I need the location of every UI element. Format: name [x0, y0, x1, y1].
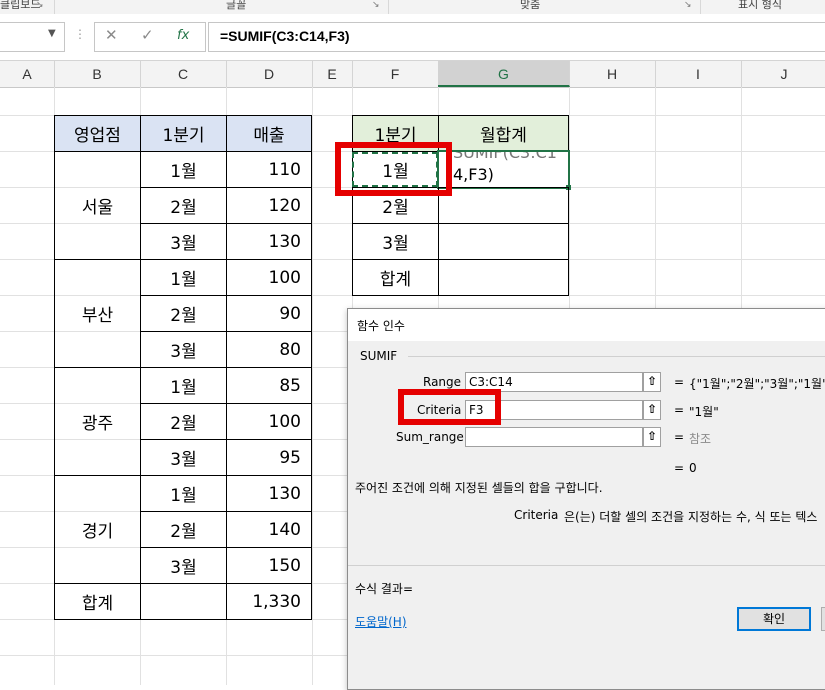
- highlight-box-f3: [335, 142, 452, 196]
- collapse-range-icon[interactable]: ⇧: [643, 372, 661, 392]
- function-arguments-dialog: 함수 인수 SUMIF Range C3:C14 ⇧ = {"1월";"2월";…: [347, 308, 825, 690]
- enter-icon[interactable]: ✓: [141, 26, 154, 44]
- header-sales[interactable]: 매출: [226, 115, 312, 152]
- sales-cell[interactable]: 80: [226, 331, 312, 368]
- arg-help-name: Criteria: [514, 508, 559, 522]
- function-result: 0: [689, 461, 697, 475]
- region-gyeonggi[interactable]: 경기: [54, 475, 141, 584]
- sales-cell[interactable]: 150: [226, 547, 312, 584]
- equals-sign: =: [674, 430, 685, 444]
- help-link[interactable]: 도움말(H): [355, 613, 407, 630]
- clipboard-launcher-icon[interactable]: ↘: [36, 0, 44, 10]
- ok-button[interactable]: 확인: [737, 607, 811, 631]
- ribbon-group-number: 표시 형식: [738, 0, 782, 11]
- total-label-cell[interactable]: 합계: [54, 583, 141, 620]
- column-header-f[interactable]: F: [352, 61, 439, 87]
- formula-buttons: ✕ ✓ fx: [94, 22, 206, 52]
- total-label-cell-2[interactable]: 합계: [352, 259, 439, 296]
- month-criteria-cell[interactable]: 3월: [352, 223, 439, 260]
- header-branch[interactable]: 영업점: [54, 115, 141, 152]
- sales-cell[interactable]: 85: [226, 367, 312, 404]
- sales-cell[interactable]: 110: [226, 151, 312, 188]
- criteria-result: "1월": [689, 405, 719, 419]
- function-name: SUMIF: [360, 349, 398, 363]
- month-cell[interactable]: 2월: [140, 511, 227, 548]
- sum-range-result: 참조: [689, 432, 712, 446]
- sales-cell[interactable]: 95: [226, 439, 312, 476]
- sum-cell[interactable]: [438, 223, 569, 260]
- sum-cell[interactable]: [438, 259, 569, 296]
- total-empty-cell[interactable]: [140, 583, 227, 620]
- column-header-e[interactable]: E: [312, 61, 353, 87]
- cancel-button[interactable]: [821, 607, 825, 631]
- sales-cell[interactable]: 100: [226, 259, 312, 296]
- sum-cell[interactable]: [438, 187, 569, 224]
- region-seoul[interactable]: 서울: [54, 151, 141, 260]
- arg-label-sum-range: Sum_range: [396, 430, 464, 444]
- column-header-h[interactable]: H: [569, 61, 656, 87]
- sales-cell[interactable]: 120: [226, 187, 312, 224]
- cancel-icon[interactable]: ✕: [105, 26, 118, 44]
- insert-function-icon[interactable]: fx: [177, 28, 189, 43]
- sales-cell[interactable]: 130: [226, 475, 312, 512]
- region-busan[interactable]: 부산: [54, 259, 141, 368]
- month-cell[interactable]: 3월: [140, 223, 227, 260]
- column-header-g[interactable]: G: [438, 61, 570, 87]
- column-header-j[interactable]: J: [741, 61, 825, 87]
- arg-label-range: Range: [423, 375, 462, 389]
- equals-sign: =: [674, 375, 685, 389]
- month-cell[interactable]: 1월: [140, 367, 227, 404]
- ribbon-group-clipboard: 클립보드: [0, 0, 41, 11]
- month-cell[interactable]: 3월: [140, 547, 227, 584]
- range-result: {"1월";"2월";"3월";"1월";": [689, 377, 825, 391]
- collapse-sum-range-icon[interactable]: ⇧: [643, 427, 661, 447]
- column-header-i[interactable]: I: [655, 61, 742, 87]
- region-gwangju[interactable]: 광주: [54, 367, 141, 476]
- ribbon-group-labels: 클립보드 ↘ 글꼴 ↘ 맞춤 ↘ 표시 형식: [0, 0, 825, 15]
- equals-sign: =: [674, 461, 685, 475]
- month-cell[interactable]: 2월: [140, 187, 227, 224]
- ribbon-group-alignment: 맞춤: [520, 0, 541, 11]
- column-header-a[interactable]: A: [0, 61, 55, 87]
- alignment-launcher-icon[interactable]: ↘: [684, 0, 692, 10]
- column-header-d[interactable]: D: [226, 61, 313, 87]
- header-quarter[interactable]: 1분기: [140, 115, 227, 152]
- sum-range-input[interactable]: [465, 427, 643, 447]
- arg-help-text: 은(는) 더할 셀의 조건을 지정하는 수, 식 또는 텍스: [564, 510, 818, 524]
- selection-border: [437, 150, 570, 189]
- collapse-criteria-icon[interactable]: ⇧: [643, 400, 661, 420]
- month-cell[interactable]: 3월: [140, 439, 227, 476]
- function-description: 주어진 조건에 의해 지정된 셀들의 합을 구합니다.: [355, 481, 603, 495]
- month-cell[interactable]: 2월: [140, 403, 227, 440]
- column-header-row: A B C D E F G H I J: [0, 60, 825, 88]
- dialog-title-bar[interactable]: 함수 인수: [348, 309, 825, 341]
- ribbon-group-font: 글꼴: [226, 0, 247, 11]
- month-cell[interactable]: 1월: [140, 151, 227, 188]
- month-cell[interactable]: 2월: [140, 295, 227, 332]
- column-header-b[interactable]: B: [54, 61, 141, 87]
- sales-cell[interactable]: 100: [226, 403, 312, 440]
- font-launcher-icon[interactable]: ↘: [372, 0, 380, 10]
- column-header-c[interactable]: C: [140, 61, 227, 87]
- equals-sign: =: [674, 403, 685, 417]
- resize-handle-icon[interactable]: ⋮: [74, 27, 86, 41]
- chevron-down-icon[interactable]: ▼: [48, 28, 56, 39]
- month-cell[interactable]: 3월: [140, 331, 227, 368]
- sales-cell[interactable]: 140: [226, 511, 312, 548]
- sales-cell[interactable]: 90: [226, 295, 312, 332]
- dialog-title: 함수 인수: [357, 319, 405, 333]
- formula-text: =SUMIF(C3:C14,F3): [220, 28, 350, 44]
- total-value-cell[interactable]: 1,330: [226, 583, 312, 620]
- month-cell[interactable]: 1월: [140, 259, 227, 296]
- formula-result-label: 수식 결과=: [355, 582, 414, 596]
- header-monthly-sum[interactable]: 월합계: [438, 115, 569, 152]
- sales-cell[interactable]: 130: [226, 223, 312, 260]
- highlight-box-criteria: [398, 389, 501, 425]
- month-cell[interactable]: 1월: [140, 475, 227, 512]
